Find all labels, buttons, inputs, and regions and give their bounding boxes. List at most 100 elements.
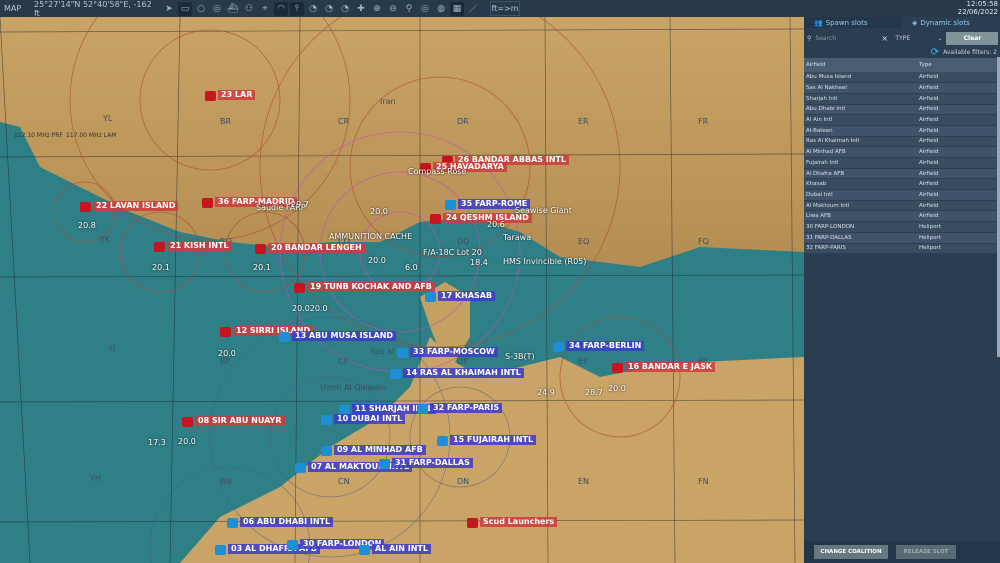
table-row[interactable]: Liwa AFB Airfield: [804, 210, 997, 223]
circle-icon[interactable]: ○: [194, 2, 208, 16]
table-row[interactable]: Fujairah Intl Airfield: [804, 157, 997, 169]
map-label[interactable]: 10 DUBAI INTL: [334, 414, 406, 424]
move-icon[interactable]: ✚: [354, 2, 368, 16]
map-label[interactable]: 13 ABU MUSA ISLAND: [292, 331, 397, 341]
blue-airbase-icon[interactable]: [321, 415, 332, 425]
network-icon[interactable]: ⚇: [242, 2, 256, 16]
red-airbase-icon[interactable]: [80, 202, 91, 212]
red-airbase-icon[interactable]: [220, 327, 231, 337]
tab-spawn-slots[interactable]: 👥 Spawn slots: [804, 17, 902, 28]
target-icon[interactable]: ⌖: [258, 2, 272, 16]
red-airbase-icon[interactable]: [202, 198, 213, 208]
table-row[interactable]: Abu Musa Island Airfield: [804, 72, 997, 84]
blue-airbase-icon[interactable]: [379, 459, 390, 469]
clear-button[interactable]: Clear: [946, 31, 999, 45]
blue-airbase-icon[interactable]: [437, 436, 448, 446]
zoom-fit-icon[interactable]: ⚲: [402, 2, 416, 16]
blue-airbase-icon[interactable]: [287, 540, 298, 550]
map-label[interactable]: Tarawa: [500, 233, 534, 243]
blue-airbase-icon[interactable]: [227, 518, 238, 528]
map-label[interactable]: 21 KISH INTL: [167, 241, 232, 251]
column-header-airfield[interactable]: Airfield: [804, 58, 917, 72]
zoom-in-icon[interactable]: ⊕: [370, 2, 384, 16]
table-row[interactable]: Ras Al Khaimah Intl Airfield: [804, 136, 997, 148]
units-toggle-button[interactable]: ft=>m: [490, 1, 520, 16]
blue-airbase-icon[interactable]: [445, 200, 456, 210]
blue-airbase-icon[interactable]: [397, 348, 408, 358]
table-row[interactable]: Al Maktoum Intl Airfield: [804, 200, 997, 212]
ship-icon[interactable]: ⛴: [226, 2, 240, 16]
column-header-type[interactable]: Type: [917, 58, 997, 72]
radar3-icon[interactable]: ◔: [338, 2, 352, 16]
map-label[interactable]: Compass Rose: [405, 167, 469, 177]
map-label[interactable]: AL AIN INTL: [372, 544, 431, 554]
map-label[interactable]: 33 FARP-MOSCOW: [410, 347, 498, 357]
table-row[interactable]: Dubai Intl Airfield: [804, 189, 997, 201]
label-toggle-icon[interactable]: ▭: [178, 1, 192, 16]
map-label[interactable]: Seawise Giant: [512, 206, 575, 216]
red-airbase-icon[interactable]: [182, 417, 193, 427]
map-label[interactable]: 14 RAS AL KHAIMAH INTL: [403, 368, 524, 378]
map-label[interactable]: 15 FUJAIRAH INTL: [450, 435, 537, 445]
map-label[interactable]: F/A-18C Lot 20: [420, 248, 485, 258]
map-label[interactable]: 17 KHASAB: [438, 291, 496, 301]
red-airbase-icon[interactable]: [294, 283, 305, 293]
blue-airbase-icon[interactable]: [425, 292, 436, 302]
table-row[interactable]: Abu Dhabi Intl Airfield: [804, 104, 997, 116]
map-label[interactable]: 23 LAR: [218, 90, 256, 100]
view-icon[interactable]: ◎: [210, 2, 224, 16]
clear-search-icon[interactable]: ×: [881, 34, 891, 43]
map-label[interactable]: 22 LAVAN ISLAND: [93, 201, 179, 211]
map-label[interactable]: 32 FARP-PARIS: [430, 403, 503, 413]
red-airbase-icon[interactable]: [205, 91, 216, 101]
table-row[interactable]: 32 FARP-PARIS Heliport: [804, 243, 997, 255]
radar2-icon[interactable]: ◔: [322, 2, 336, 16]
map-label[interactable]: 08 SIR ABU NUAYR: [195, 416, 285, 426]
map-label[interactable]: 20 BANDAR LENGEH: [268, 243, 365, 253]
blue-airbase-icon[interactable]: [321, 446, 332, 456]
blue-airbase-icon[interactable]: [359, 545, 370, 555]
map-label[interactable]: S-3B(T): [502, 352, 538, 362]
search-input[interactable]: Search: [811, 35, 881, 42]
map-view[interactable]: 112.10 MHz PRF 117.00 MHz LAM YL BR CR D…: [0, 17, 804, 563]
release-slot-button[interactable]: RELEASE SLOT: [896, 545, 956, 559]
tower-icon[interactable]: ⫯: [290, 1, 304, 16]
change-coalition-button[interactable]: CHANGE COALITION: [814, 545, 888, 559]
refresh-icon[interactable]: ⟳: [931, 47, 939, 58]
blue-airbase-icon[interactable]: [417, 404, 428, 414]
table-row[interactable]: 31 FARP-DALLAS Heliport: [804, 232, 997, 244]
red-airbase-icon[interactable]: [467, 518, 478, 528]
table-row[interactable]: Khasab Airfield: [804, 178, 997, 191]
table-row[interactable]: Al Dhafra AFB Airfield: [804, 168, 997, 180]
red-airbase-icon[interactable]: [430, 214, 441, 224]
blue-airbase-icon[interactable]: [553, 342, 564, 352]
blue-airbase-icon[interactable]: [215, 545, 226, 555]
blue-airbase-icon[interactable]: [295, 463, 306, 473]
blue-airbase-icon[interactable]: [390, 369, 401, 379]
blue-airbase-icon[interactable]: [279, 332, 290, 342]
compass-icon[interactable]: ◎: [418, 2, 432, 16]
map-label[interactable]: HMS Invincible (R05): [500, 257, 589, 267]
ruler-icon[interactable]: ／: [466, 2, 480, 16]
radar-icon[interactable]: ◔: [306, 2, 320, 16]
table-row[interactable]: Al Minhad AFB Airfield: [804, 146, 997, 158]
navigate-icon[interactable]: ➤: [162, 2, 176, 16]
table-row[interactable]: Al Ain Intl Airfield: [804, 114, 997, 126]
map-label[interactable]: AMMUNITION CACHE: [326, 232, 415, 242]
table-row[interactable]: Sas Al Nakheel Airfield: [804, 82, 997, 94]
zoom-out-icon[interactable]: ⊖: [386, 2, 400, 16]
map-label[interactable]: 34 FARP-BERLIN: [566, 341, 645, 351]
map-label[interactable]: Scud Launchers: [480, 517, 558, 527]
tab-dynamic-slots[interactable]: ◈ Dynamic slots: [902, 17, 1000, 28]
map-label[interactable]: 09 AL MINHAD AFB: [334, 445, 426, 455]
red-airbase-icon[interactable]: [154, 242, 165, 252]
red-airbase-icon[interactable]: [255, 244, 266, 254]
map-label[interactable]: 16 BANDAR E JASK: [625, 362, 716, 372]
grid-icon[interactable]: ▦: [450, 1, 464, 16]
map-label[interactable]: 31 FARP-DALLAS: [392, 458, 473, 468]
red-airbase-icon[interactable]: [612, 363, 623, 373]
table-row[interactable]: Al-Bateen Airfield: [804, 125, 997, 137]
table-row[interactable]: 30 FARP-LONDON Heliport: [804, 221, 997, 233]
table-row[interactable]: Sharjah Intl Airfield: [804, 93, 997, 105]
globe-icon[interactable]: ◍: [434, 2, 448, 16]
